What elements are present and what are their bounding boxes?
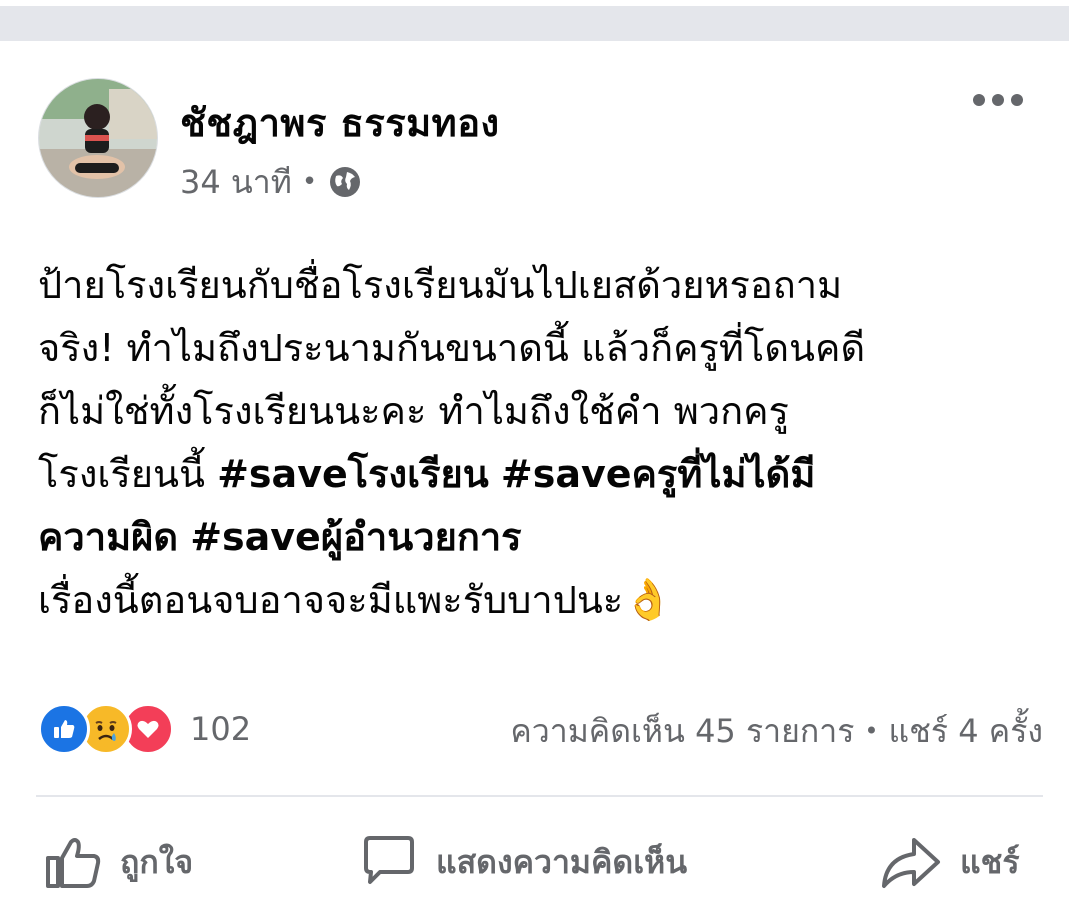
- comment-icon: [360, 834, 418, 890]
- hashtag-save-school[interactable]: #saveโรงเรียน: [217, 452, 489, 496]
- meta-separator: •: [301, 167, 318, 197]
- post-card: ชัชฎาพร ธรรมทอง 34 นาที • ป้ายโรงเรียนกั…: [0, 42, 1069, 900]
- hashtag-save-teachers-cont[interactable]: ความผิด: [38, 515, 178, 559]
- comment-label: แสดงความคิดเห็น: [436, 842, 688, 881]
- post-text-segment: โรงเรียนนี้: [38, 452, 205, 496]
- feed-separator: [0, 0, 1069, 42]
- comment-count[interactable]: ความคิดเห็น 45 รายการ: [510, 706, 854, 757]
- post-text-segment: เรื่องนี้ตอนจบอาจจะมีแพะรับบาปนะ: [38, 578, 624, 622]
- post-time[interactable]: 34 นาที: [180, 157, 292, 208]
- author-name[interactable]: ชัชฎาพร ธรรมทอง: [180, 92, 500, 153]
- comment-button[interactable]: แสดงความคิดเห็น: [360, 827, 687, 897]
- globe-icon[interactable]: [327, 164, 363, 200]
- counts-separator: •: [864, 717, 879, 745]
- post-text-line: ก็ไม่ใช่ทั้งโรงเรียนนะคะ ทำไมถึงใช้คำ พว…: [38, 389, 789, 433]
- post-text-line: ป้ายโรงเรียนกับชื่อโรงเรียนมันไปเยสด้วยห…: [38, 263, 843, 307]
- engagement-counts: ความคิดเห็น 45 รายการ • แชร์ 4 ครั้ง: [510, 706, 1043, 756]
- post-text-line: เรื่องนี้ตอนจบอาจจะมีแพะรับบาปนะ👌: [38, 569, 1038, 632]
- like-label: ถูกใจ: [120, 842, 194, 881]
- more-options-icon[interactable]: [973, 90, 1023, 110]
- post-meta: 34 นาที •: [180, 160, 363, 204]
- post-text-line: จริง! ทำไมถึงประนามกันขนาดนี้ แล้วก็ครูท…: [38, 326, 866, 370]
- share-count[interactable]: แชร์ 4 ครั้ง: [889, 706, 1043, 757]
- thumbs-up-icon: [44, 834, 102, 890]
- share-button[interactable]: แชร์: [880, 827, 1020, 897]
- like-icon: [38, 703, 90, 755]
- actions-divider: [36, 795, 1043, 797]
- avatar[interactable]: [38, 78, 158, 198]
- reactions-summary[interactable]: 102: [38, 703, 252, 755]
- post-text: ป้ายโรงเรียนกับชื่อโรงเรียนมันไปเยสด้วยห…: [38, 254, 1038, 632]
- share-arrow-icon: [880, 834, 942, 890]
- share-label: แชร์: [960, 842, 1020, 881]
- avatar-image: [39, 79, 157, 197]
- reaction-count: 102: [190, 710, 252, 748]
- post-text-line: ความผิด #saveผู้อำนวยการ: [38, 506, 1038, 569]
- ok-hand-emoji: 👌: [623, 577, 674, 623]
- feed-separator-band: [0, 6, 1069, 41]
- post-text-line: โรงเรียนนี้ #saveโรงเรียน #saveครูที่ไม่…: [38, 443, 1038, 506]
- like-button[interactable]: ถูกใจ: [44, 827, 193, 897]
- hashtag-save-director[interactable]: #saveผู้อำนวยการ: [190, 515, 521, 559]
- hashtag-save-teachers[interactable]: #saveครูที่ไม่ได้มี: [501, 452, 816, 496]
